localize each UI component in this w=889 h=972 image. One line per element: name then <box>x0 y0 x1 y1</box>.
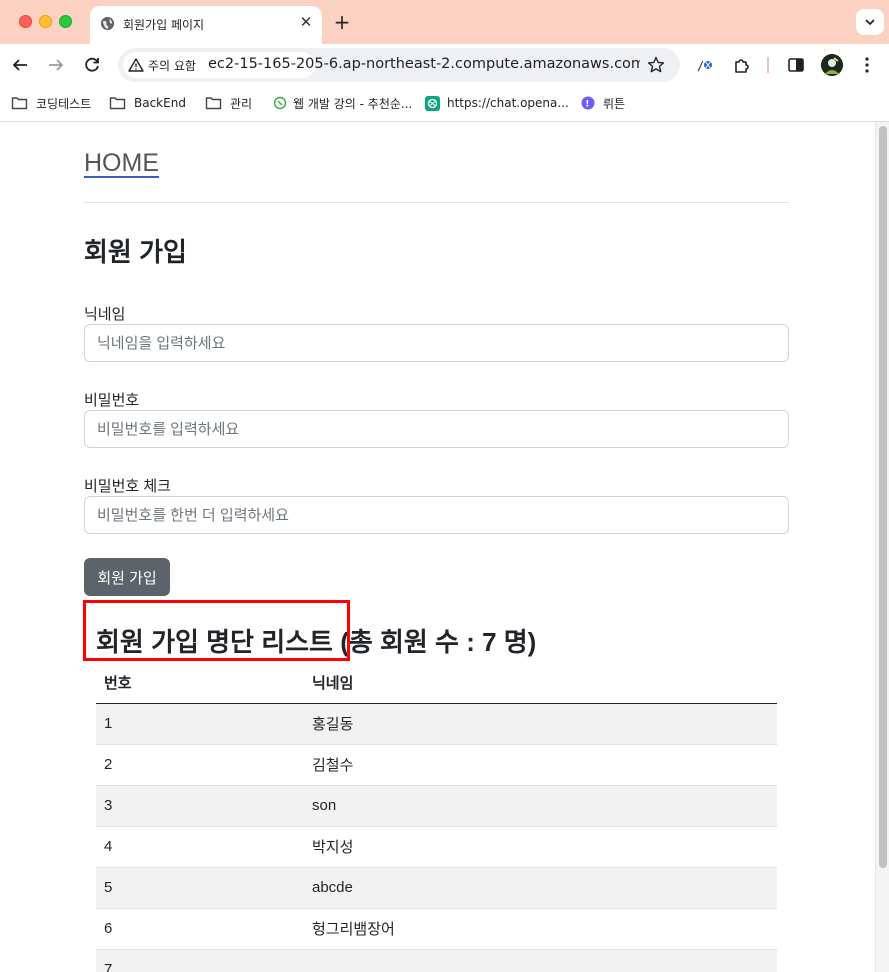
more-menu-icon[interactable] <box>857 55 877 75</box>
cell-nickname: 김철수 <box>304 744 777 786</box>
cell-number: 7 <box>96 949 304 972</box>
cell-nickname: 박지성 <box>304 826 777 868</box>
tab-bar: 회원가입 페이지 ✕ + <box>0 0 889 44</box>
column-header-nickname: 닉네임 <box>304 663 777 704</box>
table-row: 2 김철수 <box>96 744 777 786</box>
browser-tab[interactable]: 회원가입 페이지 ✕ <box>90 6 322 44</box>
wrtn-icon: ! <box>581 96 595 110</box>
tab-title: 회원가입 페이지 <box>123 18 205 32</box>
page-viewport: HOME 회원 가입 닉네임 비밀번호 비밀번호 체크 회원 가입 회원 가입 … <box>0 122 875 972</box>
nickname-input[interactable] <box>84 324 789 362</box>
side-panel-icon[interactable] <box>786 55 806 75</box>
bookmark-item[interactable]: 웹 개발 강의 - 추천순... <box>273 94 412 112</box>
table-row: 4 박지성 <box>96 826 777 868</box>
globe-icon <box>100 16 115 31</box>
site-icon <box>273 96 287 110</box>
cell-nickname: abcde <box>304 867 777 909</box>
browser-toolbar: 주의 요함 ec2-15-165-205-6.ap-northeast-2.co… <box>0 44 889 86</box>
password-label: 비밀번호 <box>84 392 140 409</box>
chevron-down-icon <box>865 19 875 26</box>
password-input[interactable] <box>84 410 789 448</box>
table-row: 3 son <box>96 785 777 827</box>
back-arrow-icon[interactable] <box>9 54 31 76</box>
bookmark-star-icon[interactable] <box>646 55 666 75</box>
password-check-input[interactable] <box>84 496 789 534</box>
forward-arrow-icon[interactable] <box>45 54 67 76</box>
profile-avatar[interactable] <box>821 54 843 76</box>
extension-devtools-icon[interactable]: / <box>696 55 716 75</box>
table-row: 6 헝그리뱀장어 <box>96 908 777 950</box>
cell-number: 4 <box>96 826 304 868</box>
window-zoom-button[interactable] <box>59 15 72 28</box>
url-text[interactable]: ec2-15-165-205-6.ap-northeast-2.compute.… <box>208 56 640 72</box>
bookmark-item[interactable]: ! 뤼튼 <box>581 94 625 112</box>
window-minimize-button[interactable] <box>39 15 52 28</box>
nickname-label: 닉네임 <box>84 306 126 323</box>
svg-text:!: ! <box>585 100 589 110</box>
security-chip-label: 주의 요함 <box>148 59 196 73</box>
bookmark-item[interactable]: BackEnd <box>109 94 186 112</box>
page-scrollbar[interactable] <box>875 122 889 972</box>
table-header-row: 번호 닉네임 <box>96 663 777 704</box>
member-count: (총 회원 수 : 7 명) <box>340 627 537 657</box>
cell-number: 1 <box>96 703 304 745</box>
member-table: 번호 닉네임 1 홍길동 2 김철수 3 son 4 박지성 5 abcde 6 헝그리뱀장… <box>96 663 777 972</box>
cell-number: 6 <box>96 908 304 950</box>
cell-nickname: 홍길동 <box>304 703 777 745</box>
bookmark-item[interactable]: 관리 <box>205 94 252 112</box>
column-header-number: 번호 <box>96 663 304 704</box>
cell-number: 2 <box>96 744 304 786</box>
table-row: 7 <box>96 949 777 972</box>
svg-text:/: / <box>697 59 704 73</box>
page-title: 회원 가입 <box>84 237 187 267</box>
cell-nickname <box>304 949 777 972</box>
folder-icon <box>109 97 126 110</box>
cell-number: 5 <box>96 867 304 909</box>
chatgpt-icon <box>425 95 440 111</box>
folder-icon <box>205 97 222 110</box>
scrollbar-thumb[interactable] <box>879 126 887 868</box>
close-icon[interactable]: ✕ <box>297 13 315 31</box>
table-row: 1 홍길동 <box>96 703 777 745</box>
tab-search-button[interactable] <box>856 9 884 35</box>
reload-icon[interactable] <box>81 54 103 76</box>
home-link[interactable]: HOME <box>84 149 159 178</box>
cell-nickname: 헝그리뱀장어 <box>304 908 777 950</box>
password-check-label: 비밀번호 체크 <box>84 478 171 495</box>
toolbar-divider <box>767 57 769 73</box>
signup-button[interactable]: 회원 가입 <box>84 558 170 596</box>
cell-nickname: son <box>304 785 777 827</box>
header-divider <box>84 202 789 203</box>
folder-icon <box>11 97 28 110</box>
new-tab-button[interactable]: + <box>331 11 353 33</box>
warning-icon <box>128 58 144 72</box>
puzzle-icon[interactable] <box>732 55 752 75</box>
bookmarks-bar: 코딩테스트 BackEnd 관리 웹 개발 강의 - 추천순... https:… <box>0 86 889 122</box>
address-bar[interactable]: 주의 요함 ec2-15-165-205-6.ap-northeast-2.co… <box>118 48 680 82</box>
bookmark-item[interactable]: 코딩테스트 <box>11 94 91 112</box>
highlight-annotation-box <box>83 600 350 661</box>
bookmark-item[interactable]: https://chat.opena... <box>425 94 569 112</box>
table-row: 5 abcde <box>96 867 777 909</box>
window-close-button[interactable] <box>19 15 32 28</box>
cell-number: 3 <box>96 785 304 827</box>
avatar-image <box>821 54 843 76</box>
